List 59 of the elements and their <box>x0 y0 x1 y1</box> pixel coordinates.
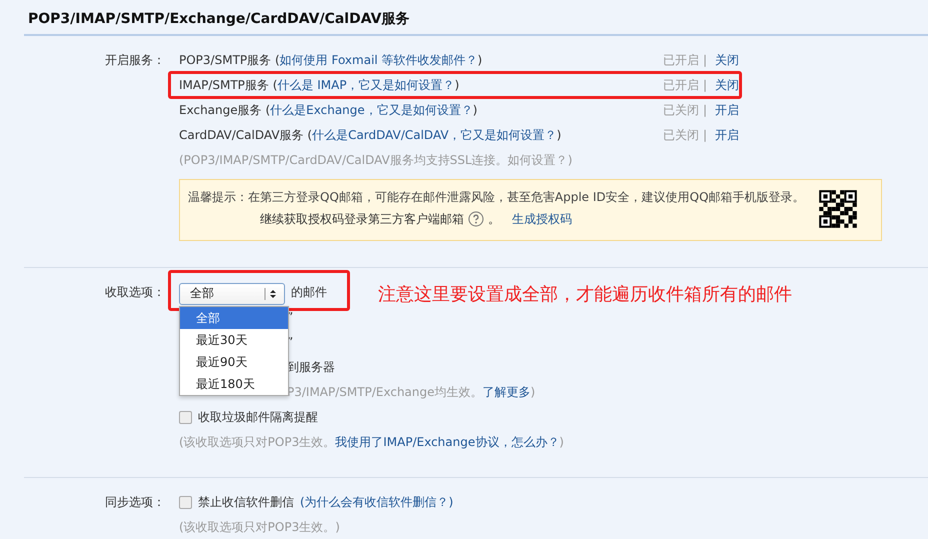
field-label: 收取选项： <box>104 284 165 301</box>
help-link[interactable]: 什么是CardDAV/CalDAV，它又是如何设置？ <box>312 128 557 142</box>
paren: ) <box>454 78 460 92</box>
help-link[interactable]: 什么是Exchange，它又是如何设置？ <box>270 103 473 117</box>
field-label: 开启服务： <box>104 52 165 69</box>
generate-code-link[interactable]: 生成授权码 <box>512 208 572 230</box>
section-title: POP3/IMAP/SMTP/Exchange/CardDAV/CalDAV服务 <box>28 10 410 29</box>
paren: ) <box>530 384 536 401</box>
option-text: P3/IMAP/SMTP/Exchange均生效。 <box>287 384 483 401</box>
service-name: POP3/SMTP服务 <box>179 53 272 67</box>
ssl-note: (POP3/IMAP/SMTP/CardDAV/CalDAV服务均支持SSL连接。 <box>179 152 508 169</box>
service-status: 已开启 <box>663 78 700 92</box>
toggle-link[interactable]: 开启 <box>715 128 739 142</box>
dropdown-option[interactable]: 最近180天 <box>180 373 288 395</box>
service-status: 已关闭 <box>663 128 700 142</box>
separator: | <box>702 53 707 67</box>
help-icon[interactable] <box>468 211 484 227</box>
dropdown-option[interactable]: 全部 <box>180 307 288 329</box>
suffix-text: 的邮件 <box>291 284 327 301</box>
help-link[interactable]: 如何使用 Foxmail 等软件收发邮件？ <box>280 53 478 67</box>
paren: ( <box>274 53 280 67</box>
toggle-link[interactable]: 关闭 <box>715 53 739 67</box>
paren: ) <box>478 53 482 67</box>
separator: | <box>702 78 707 92</box>
dropdown-option[interactable]: 最近30天 <box>180 329 288 351</box>
toggle-link[interactable]: 关闭 <box>715 78 739 92</box>
service-status: 已开启 <box>663 53 700 67</box>
help-link[interactable]: 什么是 IMAP，它又是如何设置？ <box>277 78 455 92</box>
checkbox[interactable] <box>179 411 192 424</box>
paren: ) <box>472 103 478 117</box>
tip-text: 继续获取授权码登录第三方客户端邮箱 <box>260 211 464 228</box>
separator: | <box>702 128 707 142</box>
paren: ( <box>307 128 312 142</box>
paren: ( <box>265 103 270 117</box>
annotation-text: 注意这里要设置成全部，才能遍历收件箱所有的邮件 <box>378 283 792 306</box>
note-text: (该收取选项只对POP3生效。 <box>179 434 336 451</box>
checkbox-label: 收取垃圾邮件隔离提醒 <box>198 409 318 426</box>
checkbox-label: 禁止收信软件删信 <box>198 494 294 511</box>
spinner-icon <box>264 288 278 300</box>
service-name: Exchange服务 <box>179 103 262 117</box>
tip-text: 温馨提示：在第三方登录QQ邮箱，可能存在邮件泄露风险，甚至危害Apple ID安全，建议使用QQ邮箱手机版登录。 <box>188 189 805 206</box>
note-text: (该收取选项只对POP3生效。) <box>179 519 340 536</box>
checkbox[interactable] <box>179 496 192 509</box>
service-name: CardDAV/CalDAV服务 <box>179 128 304 142</box>
separator: | <box>702 103 707 117</box>
paren: ) <box>559 434 564 451</box>
paren: ) <box>568 152 572 169</box>
help-link[interactable]: 我使用了IMAP/Exchange协议，怎么办？ <box>335 430 560 455</box>
help-link[interactable]: (为什么会有收信软件删信？) <box>300 490 454 515</box>
service-name: IMAP/SMTP服务 <box>179 78 269 92</box>
service-status: 已关闭 <box>663 103 700 117</box>
tip-text: 。 <box>488 211 500 228</box>
dropdown-option[interactable]: 最近90天 <box>180 351 288 373</box>
range-select[interactable]: 全部 <box>179 282 285 304</box>
paren: ) <box>556 128 562 142</box>
toggle-link[interactable]: 开启 <box>715 103 739 117</box>
learn-more-link[interactable]: 了解更多 <box>482 380 531 405</box>
field-label: 同步选项： <box>104 494 165 511</box>
paren: ( <box>272 78 278 92</box>
